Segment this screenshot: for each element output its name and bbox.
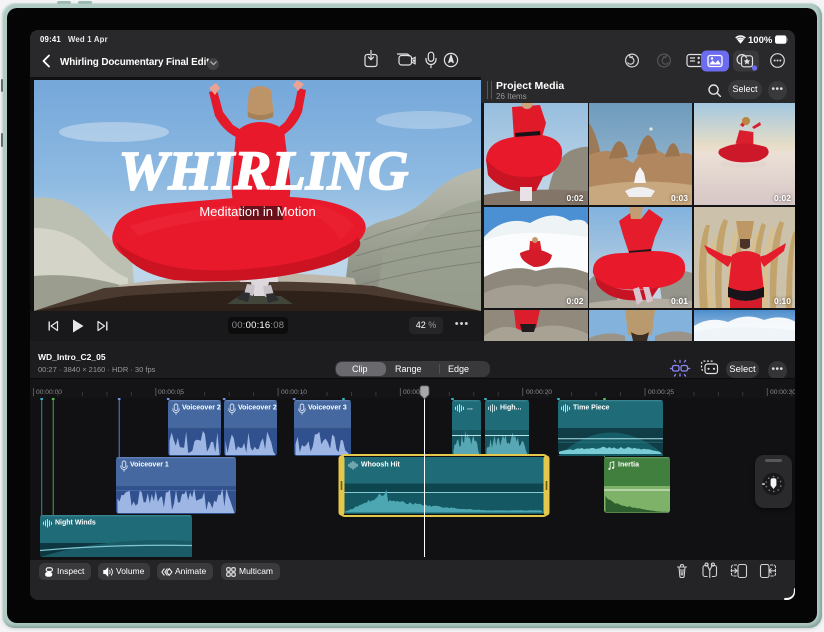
svg-text:Voiceover 1: Voiceover 1: [130, 462, 169, 469]
svg-text:00:00:20: 00:00:20: [526, 389, 552, 396]
svg-text:00:00:30: 00:00:30: [770, 389, 795, 396]
svg-text:Voiceover 2: Voiceover 2: [182, 405, 221, 412]
svg-text:Voiceover 2: Voiceover 2: [238, 405, 277, 412]
svg-text:Night Winds: Night Winds: [55, 520, 96, 527]
svg-text:Voiceover 3: Voiceover 3: [308, 405, 347, 412]
svg-text:High...: High...: [500, 405, 521, 412]
svg-text:...: ...: [467, 405, 473, 412]
svg-text:100%: 100%: [748, 35, 773, 46]
svg-text:Inertia: Inertia: [618, 462, 639, 469]
svg-text:Whoosh Hit: Whoosh Hit: [361, 462, 401, 469]
svg-text:00:00:10: 00:00:10: [281, 389, 307, 396]
svg-text:00:00:25: 00:00:25: [648, 389, 674, 396]
svg-text:Time Piece: Time Piece: [573, 405, 610, 412]
